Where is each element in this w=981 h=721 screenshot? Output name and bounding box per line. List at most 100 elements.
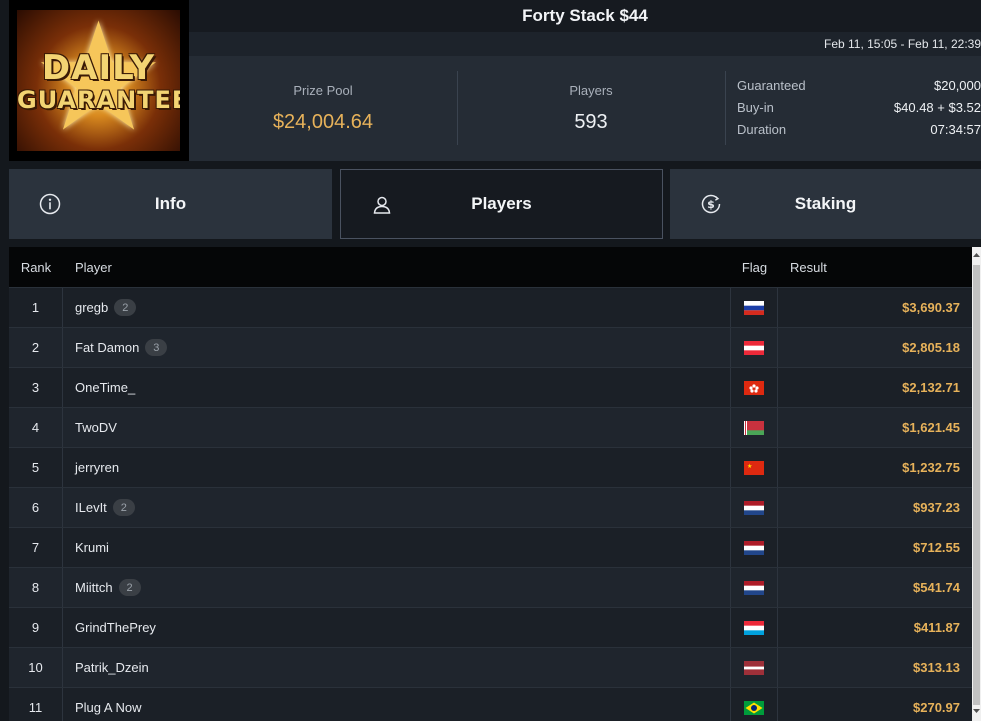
header-player[interactable]: Player bbox=[63, 247, 731, 287]
players-stat: Players 593 bbox=[457, 56, 725, 161]
detail-value: $40.48 + $3.52 bbox=[893, 100, 981, 115]
player-name[interactable]: TwoDV bbox=[75, 420, 117, 435]
table-row[interactable]: 4 TwoDV $1,621.45 bbox=[9, 407, 972, 447]
tab-staking[interactable]: $ Staking bbox=[670, 169, 981, 239]
header-result[interactable]: Result bbox=[778, 247, 972, 287]
hong-kong-flag-icon bbox=[744, 380, 764, 395]
rank-cell: 2 bbox=[9, 328, 63, 367]
table-row[interactable]: 9 GrindThePrey $411.87 bbox=[9, 607, 972, 647]
flag-cell bbox=[731, 568, 778, 607]
flag-cell bbox=[731, 688, 778, 721]
table-row[interactable]: 5 jerryren ★ $1,232.75 bbox=[9, 447, 972, 487]
rank-cell: 4 bbox=[9, 408, 63, 447]
table-row[interactable]: 7 Krumi $712.55 bbox=[9, 527, 972, 567]
table-header: Rank Player Flag Result bbox=[9, 247, 972, 287]
detail-guaranteed: Guaranteed $20,000 bbox=[737, 78, 981, 100]
netherlands-flag-icon bbox=[744, 500, 764, 515]
players-label: Players bbox=[569, 83, 613, 98]
latvia-flag-icon bbox=[744, 660, 764, 675]
player-name[interactable]: ILevIt bbox=[75, 500, 107, 515]
scroll-down-arrow-icon[interactable] bbox=[972, 705, 981, 717]
rank-cell: 9 bbox=[9, 608, 63, 647]
table-row[interactable]: 8 Miittch 2 $541.74 bbox=[9, 567, 972, 607]
flag-cell bbox=[731, 368, 778, 407]
rank-cell: 10 bbox=[9, 648, 63, 687]
player-cell: TwoDV bbox=[63, 408, 731, 447]
china-flag-icon: ★ bbox=[744, 460, 764, 475]
table-row[interactable]: 3 OneTime_ $2,132.71 bbox=[9, 367, 972, 407]
netherlands-flag-icon bbox=[744, 580, 764, 595]
tab-info[interactable]: Info bbox=[9, 169, 332, 239]
scroll-up-arrow-icon[interactable] bbox=[972, 249, 981, 261]
player-cell: Krumi bbox=[63, 528, 731, 567]
flag-cell bbox=[731, 648, 778, 687]
header-rank[interactable]: Rank bbox=[9, 247, 63, 287]
rank-cell: 11 bbox=[9, 688, 63, 721]
player-name[interactable]: OneTime_ bbox=[75, 380, 135, 395]
result-cell: $411.87 bbox=[913, 620, 960, 635]
prize-pool-value: $24,004.64 bbox=[272, 111, 374, 133]
svg-text:★: ★ bbox=[747, 463, 752, 470]
player-name[interactable]: Fat Damon bbox=[75, 340, 139, 355]
logo-image: ★ DAILY GUARANTEES bbox=[17, 10, 180, 151]
tournament-details: Guaranteed $20,000 Buy-in $40.48 + $3.52… bbox=[737, 78, 981, 144]
russia-flag-icon bbox=[744, 300, 764, 315]
tab-info-label: Info bbox=[154, 194, 187, 213]
scroll-thumb[interactable] bbox=[973, 265, 980, 705]
players-value: 593 bbox=[574, 111, 608, 133]
player-name[interactable]: Plug A Now bbox=[75, 700, 142, 715]
info-icon bbox=[39, 193, 61, 215]
entries-badge: 2 bbox=[112, 499, 135, 516]
flag-cell bbox=[731, 608, 778, 647]
detail-key: Buy-in bbox=[737, 100, 774, 115]
rank-cell: 6 bbox=[9, 488, 63, 527]
player-name[interactable]: gregb bbox=[75, 300, 108, 315]
tab-players[interactable]: Players bbox=[340, 169, 663, 239]
svg-text:$: $ bbox=[707, 198, 715, 211]
netherlands-flag-icon bbox=[744, 540, 764, 555]
tournament-title: Forty Stack $44 bbox=[189, 0, 981, 32]
rank-cell: 5 bbox=[9, 448, 63, 487]
detail-key: Guaranteed bbox=[737, 78, 806, 93]
detail-value: $20,000 bbox=[934, 78, 981, 93]
player-name[interactable]: Krumi bbox=[75, 540, 109, 555]
player-cell: Plug A Now bbox=[63, 688, 731, 721]
table-row[interactable]: 11 Plug A Now $270.97 bbox=[9, 687, 972, 721]
table-row[interactable]: 10 Patrik_Dzein $313.13 bbox=[9, 647, 972, 687]
detail-key: Duration bbox=[737, 122, 787, 137]
header-flag[interactable]: Flag bbox=[731, 247, 778, 287]
player-name[interactable]: Patrik_Dzein bbox=[75, 660, 149, 675]
detail-buy-in: Buy-in $40.48 + $3.52 bbox=[737, 100, 981, 122]
player-cell: OneTime_ bbox=[63, 368, 731, 407]
player-name[interactable]: Miittch bbox=[75, 580, 113, 595]
player-cell: gregb 2 bbox=[63, 288, 731, 327]
prize-pool-label: Prize Pool bbox=[293, 83, 353, 98]
tab-staking-label: Staking bbox=[794, 194, 857, 213]
table-row[interactable]: 6 ILevIt 2 $937.23 bbox=[9, 487, 972, 527]
flag-cell bbox=[731, 488, 778, 527]
detail-value: 07:34:57 bbox=[930, 122, 981, 137]
table-row[interactable]: 1 gregb 2 $3,690.37 bbox=[9, 287, 972, 327]
belarus-flag-icon bbox=[744, 420, 764, 435]
dollar-coin-icon: $ bbox=[701, 194, 721, 214]
entries-badge: 2 bbox=[118, 579, 141, 596]
scrollbar[interactable] bbox=[972, 247, 981, 721]
result-cell: $1,621.45 bbox=[902, 420, 960, 435]
result-cell: $3,690.37 bbox=[902, 300, 960, 315]
user-icon bbox=[373, 196, 391, 214]
rank-cell: 7 bbox=[9, 528, 63, 567]
result-cell: $313.13 bbox=[913, 660, 960, 675]
result-cell: $541.74 bbox=[913, 580, 960, 595]
result-cell: $270.97 bbox=[913, 700, 960, 715]
detail-duration: Duration 07:34:57 bbox=[737, 122, 981, 144]
player-cell: ILevIt 2 bbox=[63, 488, 731, 527]
tournament-logo: ★ DAILY GUARANTEES bbox=[9, 0, 189, 161]
player-cell: GrindThePrey bbox=[63, 608, 731, 647]
result-cell: $712.55 bbox=[913, 540, 960, 555]
player-name[interactable]: GrindThePrey bbox=[75, 620, 156, 635]
logo-line-1: DAILY bbox=[41, 48, 156, 88]
table-row[interactable]: 2 Fat Damon 3 $2,805.18 bbox=[9, 327, 972, 367]
table-body: 1 gregb 2 $3,690.37 2 Fat Damon 3 $2,805.18 3 One… bbox=[9, 287, 972, 721]
flag-cell bbox=[731, 528, 778, 567]
player-name[interactable]: jerryren bbox=[75, 460, 119, 475]
